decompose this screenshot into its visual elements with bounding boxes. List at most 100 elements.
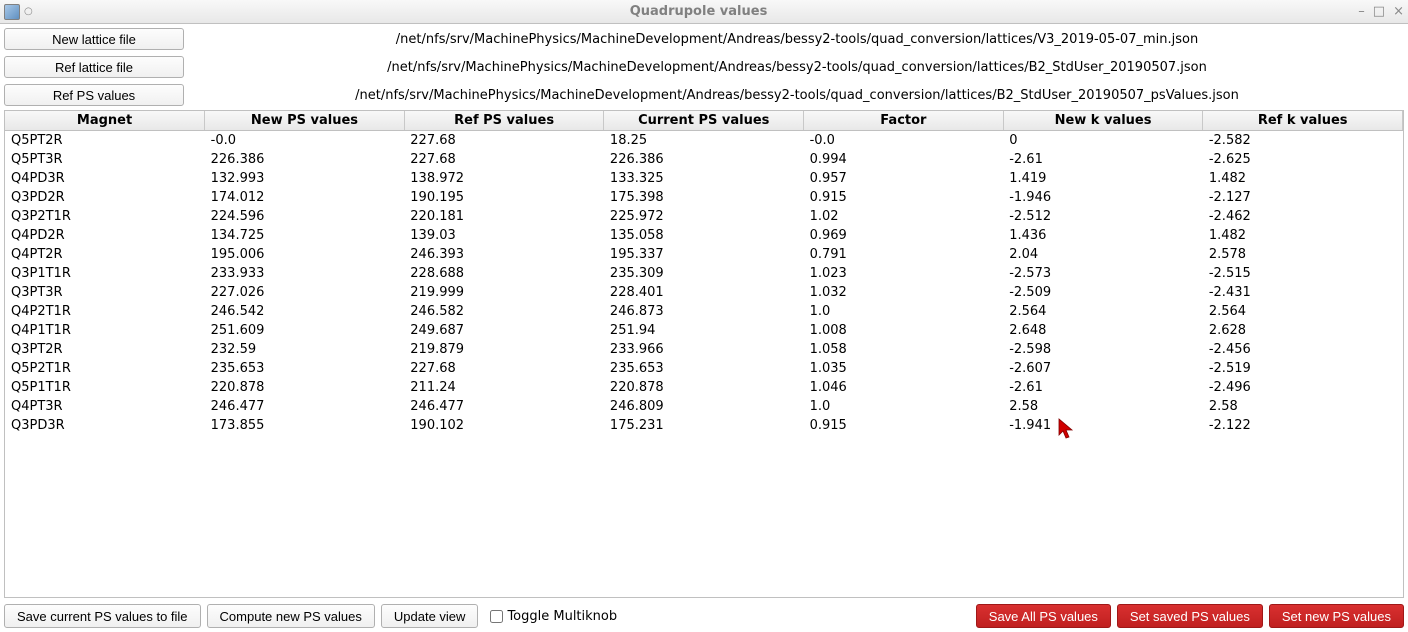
app-icon bbox=[4, 4, 20, 20]
table-row[interactable]: Q5P2T1R235.653227.68235.6531.035-2.607-2… bbox=[5, 359, 1403, 378]
table-cell: 246.393 bbox=[404, 245, 604, 264]
table-row[interactable]: Q4PD2R134.725139.03135.0580.9691.4361.48… bbox=[5, 226, 1403, 245]
table-cell: Q3PT3R bbox=[5, 283, 205, 302]
table-row[interactable]: Q3PD3R173.855190.102175.2310.915-1.941-2… bbox=[5, 416, 1403, 435]
table-cell: -2.519 bbox=[1203, 359, 1403, 378]
table-row[interactable]: Q5PT3R226.386227.68226.3860.994-2.61-2.6… bbox=[5, 150, 1403, 169]
table-cell: -2.512 bbox=[1003, 207, 1203, 226]
column-header[interactable]: Current PS values bbox=[604, 111, 804, 131]
toggle-multiknob-label[interactable]: Toggle Multiknob bbox=[490, 609, 617, 624]
table-row[interactable]: Q4PT3R246.477246.477246.8091.02.582.58 bbox=[5, 397, 1403, 416]
table-cell: 1.035 bbox=[804, 359, 1004, 378]
table-cell: 195.337 bbox=[604, 245, 804, 264]
table-row[interactable]: Q3PT3R227.026219.999228.4011.032-2.509-2… bbox=[5, 283, 1403, 302]
table-row[interactable]: Q4PT2R195.006246.393195.3370.7912.042.57… bbox=[5, 245, 1403, 264]
table-cell: 232.59 bbox=[205, 340, 405, 359]
table-row[interactable]: Q3PD2R174.012190.195175.3980.915-1.946-2… bbox=[5, 188, 1403, 207]
table-cell: 2.648 bbox=[1003, 321, 1203, 340]
close-icon[interactable]: × bbox=[1393, 4, 1404, 19]
table-cell: Q4PT3R bbox=[5, 397, 205, 416]
new-lattice-button[interactable]: New lattice file bbox=[4, 28, 184, 50]
save-all-ps-button[interactable]: Save All PS values bbox=[976, 604, 1111, 628]
table-cell: -1.946 bbox=[1003, 188, 1203, 207]
table-cell: Q4P1T1R bbox=[5, 321, 205, 340]
table-cell: -2.496 bbox=[1203, 378, 1403, 397]
table-cell: 1.482 bbox=[1203, 226, 1403, 245]
column-header[interactable]: Ref k values bbox=[1203, 111, 1403, 131]
table-cell: -2.456 bbox=[1203, 340, 1403, 359]
column-header[interactable]: Ref PS values bbox=[404, 111, 604, 131]
table-cell: 175.398 bbox=[604, 188, 804, 207]
table-cell: 195.006 bbox=[205, 245, 405, 264]
table-cell: Q4P2T1R bbox=[5, 302, 205, 321]
table-cell: 139.03 bbox=[404, 226, 604, 245]
table-cell: 246.477 bbox=[205, 397, 405, 416]
table-cell: 220.878 bbox=[205, 378, 405, 397]
maximize-icon[interactable]: □ bbox=[1373, 4, 1385, 19]
table-cell: 246.477 bbox=[404, 397, 604, 416]
table-cell: 175.231 bbox=[604, 416, 804, 435]
table-cell: 246.809 bbox=[604, 397, 804, 416]
table-row[interactable]: Q3PT2R232.59219.879233.9661.058-2.598-2.… bbox=[5, 340, 1403, 359]
set-new-ps-button[interactable]: Set new PS values bbox=[1269, 604, 1404, 628]
table-cell: 211.24 bbox=[404, 378, 604, 397]
update-view-button[interactable]: Update view bbox=[381, 604, 479, 628]
table-cell: Q3P1T1R bbox=[5, 264, 205, 283]
table-cell: 1.0 bbox=[804, 397, 1004, 416]
table-cell: Q5PT2R bbox=[5, 131, 205, 151]
table-cell: 1.436 bbox=[1003, 226, 1203, 245]
save-current-ps-button[interactable]: Save current PS values to file bbox=[4, 604, 201, 628]
data-table-wrap[interactable]: MagnetNew PS valuesRef PS valuesCurrent … bbox=[4, 110, 1404, 598]
pin-icon[interactable]: ○ bbox=[24, 6, 33, 17]
column-header[interactable]: Magnet bbox=[5, 111, 205, 131]
table-cell: 2.564 bbox=[1203, 302, 1403, 321]
table-cell: Q5P2T1R bbox=[5, 359, 205, 378]
table-cell: 224.596 bbox=[205, 207, 405, 226]
table-cell: -2.431 bbox=[1203, 283, 1403, 302]
table-cell: 226.386 bbox=[205, 150, 405, 169]
ref-lattice-row: Ref lattice file /net/nfs/srv/MachinePhy… bbox=[4, 56, 1404, 78]
table-cell: 219.879 bbox=[404, 340, 604, 359]
table-row[interactable]: Q4PD3R132.993138.972133.3250.9571.4191.4… bbox=[5, 169, 1403, 188]
compute-new-ps-button[interactable]: Compute new PS values bbox=[207, 604, 375, 628]
table-cell: 249.687 bbox=[404, 321, 604, 340]
table-cell: 138.972 bbox=[404, 169, 604, 188]
table-cell: 228.688 bbox=[404, 264, 604, 283]
ref-lattice-button[interactable]: Ref lattice file bbox=[4, 56, 184, 78]
column-header[interactable]: New PS values bbox=[205, 111, 405, 131]
file-selector-group: New lattice file /net/nfs/srv/MachinePhy… bbox=[4, 28, 1404, 106]
ref-ps-row: Ref PS values /net/nfs/srv/MachinePhysic… bbox=[4, 84, 1404, 106]
table-cell: 18.25 bbox=[604, 131, 804, 151]
ref-ps-button[interactable]: Ref PS values bbox=[4, 84, 184, 106]
table-row[interactable]: Q3P2T1R224.596220.181225.9721.02-2.512-2… bbox=[5, 207, 1403, 226]
table-cell: 227.026 bbox=[205, 283, 405, 302]
table-row[interactable]: Q5P1T1R220.878211.24220.8781.046-2.61-2.… bbox=[5, 378, 1403, 397]
table-cell: 1.046 bbox=[804, 378, 1004, 397]
column-header[interactable]: New k values bbox=[1003, 111, 1203, 131]
table-row[interactable]: Q5PT2R-0.0227.6818.25-0.00-2.582 bbox=[5, 131, 1403, 151]
table-cell: -2.462 bbox=[1203, 207, 1403, 226]
table-cell: -2.582 bbox=[1203, 131, 1403, 151]
table-cell: 1.032 bbox=[804, 283, 1004, 302]
column-header[interactable]: Factor bbox=[804, 111, 1004, 131]
table-cell: -2.509 bbox=[1003, 283, 1203, 302]
table-cell: -2.573 bbox=[1003, 264, 1203, 283]
set-saved-ps-button[interactable]: Set saved PS values bbox=[1117, 604, 1263, 628]
table-cell: 227.68 bbox=[404, 359, 604, 378]
table-cell: -2.607 bbox=[1003, 359, 1203, 378]
table-cell: 225.972 bbox=[604, 207, 804, 226]
table-cell: Q4PD3R bbox=[5, 169, 205, 188]
new-lattice-path: /net/nfs/srv/MachinePhysics/MachineDevel… bbox=[190, 30, 1404, 49]
table-cell: -2.61 bbox=[1003, 378, 1203, 397]
table-cell: 0.994 bbox=[804, 150, 1004, 169]
table-row[interactable]: Q4P2T1R246.542246.582246.8731.02.5642.56… bbox=[5, 302, 1403, 321]
table-row[interactable]: Q3P1T1R233.933228.688235.3091.023-2.573-… bbox=[5, 264, 1403, 283]
table-cell: 1.008 bbox=[804, 321, 1004, 340]
window-title: Quadrupole values bbox=[39, 4, 1359, 19]
table-cell: Q4PT2R bbox=[5, 245, 205, 264]
table-cell: 0.957 bbox=[804, 169, 1004, 188]
toggle-multiknob-checkbox[interactable] bbox=[490, 610, 503, 623]
minimize-icon[interactable]: – bbox=[1358, 4, 1365, 19]
bottom-toolbar: Save current PS values to file Compute n… bbox=[4, 598, 1404, 628]
table-row[interactable]: Q4P1T1R251.609249.687251.941.0082.6482.6… bbox=[5, 321, 1403, 340]
